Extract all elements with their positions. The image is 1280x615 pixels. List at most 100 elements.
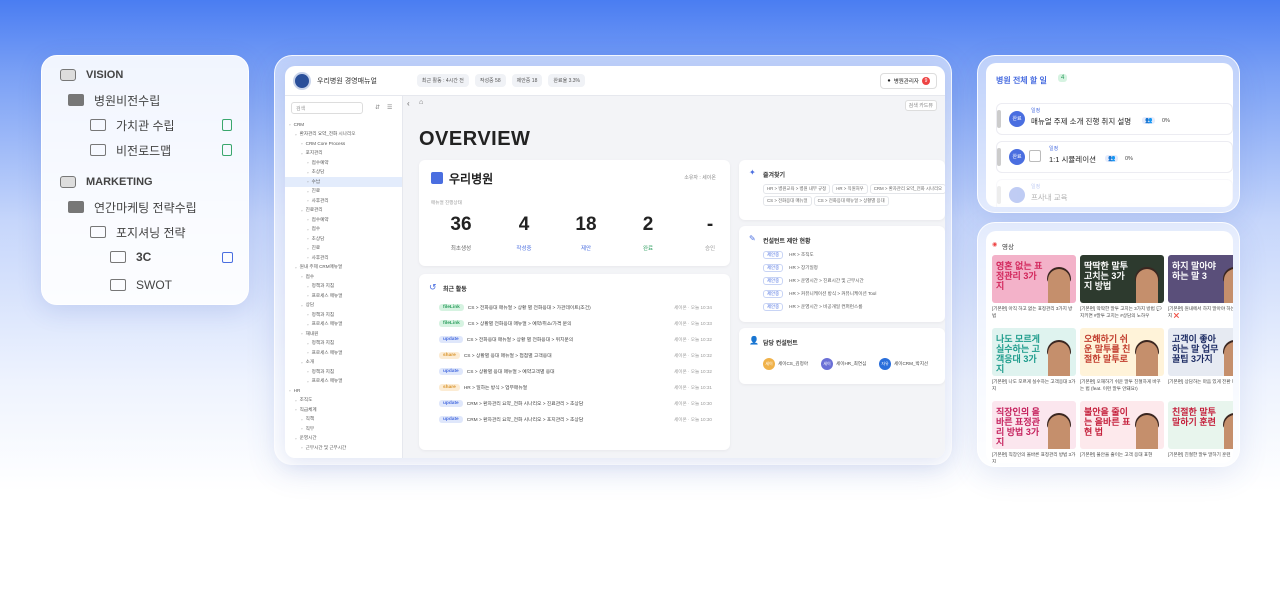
- activity-row[interactable]: update CRM > 환자관리 요약_전화 시나리오 > 진료관리 > 초상담: [439, 398, 583, 409]
- sidebar-item[interactable]: ▫ 정책과 지침: [285, 282, 402, 292]
- activity-row[interactable]: update CS > 상황별 응대 매뉴얼 > 예약고객별 응대: [439, 366, 555, 377]
- expand-icon[interactable]: ⇵: [375, 104, 380, 111]
- sidebar-item[interactable]: ▫ 진료: [285, 187, 402, 197]
- tree-label: 가치관 수립: [116, 118, 175, 133]
- drag-handle[interactable]: [997, 186, 1001, 204]
- tree-item-3c[interactable]: 3C: [110, 246, 151, 268]
- sidebar-item[interactable]: ▫ 진료: [285, 244, 402, 254]
- video-thumbnail[interactable]: 직장인의 올바른 표정관리 방법 3가지: [992, 401, 1076, 449]
- tree-item-hospital-vision[interactable]: 병원비전수립: [68, 89, 160, 111]
- video-caption[interactable]: [기본편] 딱딱한 말투 고치는 3가지 방법 💬 지키면 #말투 고치는 #상…: [1080, 306, 1164, 319]
- checkbox[interactable]: [1029, 150, 1041, 162]
- video-thumbnail[interactable]: 딱딱한 말투 고치는 3가지 방법: [1080, 255, 1164, 303]
- sidebar-item[interactable]: ▫ 원내 주제 CRM매뉴얼: [285, 263, 402, 273]
- todo-item[interactable]: 완료 일정 1:1 시뮬레이션 👥 0%: [996, 141, 1233, 173]
- sidebar-item[interactable]: ▫ 진료관리: [285, 206, 402, 216]
- activity-row[interactable]: share CS > 상황별 응대 매뉴얼 > 접점별 고객응대: [439, 350, 552, 361]
- tree-item-values[interactable]: 가치관 수립: [90, 114, 175, 136]
- list-icon[interactable]: ☰: [387, 104, 392, 111]
- favorite-item[interactable]: CS > 전화응대 매뉴얼 > 상황별 응대: [813, 196, 889, 206]
- user-menu-button[interactable]: ● 병원관리자 9: [880, 73, 937, 89]
- sidebar-item[interactable]: ▫ CRM Core Process: [285, 139, 402, 149]
- video-caption[interactable]: [기본편] 오해하기 쉬운 말투 친절하게 바꾸는 법 (feat. 이런 말투…: [1080, 379, 1164, 392]
- proposal-row[interactable]: 제안중 HR > 운영시간 > 진료시간 및 근무시간: [763, 276, 864, 286]
- sidebar-item[interactable]: ▫ 프로세스 매뉴얼: [285, 291, 402, 301]
- tree-item-marketing[interactable]: MARKETING: [60, 171, 153, 193]
- sidebar-item[interactable]: ▫ 재내원: [285, 329, 402, 339]
- video-thumbnail[interactable]: 친절한 말투 말하기 훈련: [1168, 401, 1233, 449]
- sidebar-item[interactable]: ▫ 수납: [285, 177, 402, 187]
- edit-icon[interactable]: [222, 252, 233, 263]
- tree-item-vision[interactable]: VISION: [60, 64, 123, 86]
- proposal-row[interactable]: 제안중 HR > 운영시간 > 비공개일 컨퍼런스룸: [763, 302, 862, 312]
- video-caption[interactable]: [기본편] 친절한 말투 말하기 훈련: [1168, 452, 1233, 459]
- proposal-row[interactable]: 제안중 HR > 커뮤니케이션 방식 > 커뮤니케이션 Tool: [763, 289, 876, 299]
- sidebar-item[interactable]: ▫ 소개: [285, 358, 402, 368]
- sidebar-item[interactable]: ▫ 사후관리: [285, 253, 402, 263]
- activity-row[interactable]: update CRM > 환자관리 요약_전화 시나리오 > 포지관리 > 초상담: [439, 414, 583, 425]
- sidebar-item[interactable]: ▫ 접수: [285, 272, 402, 282]
- sidebar-item[interactable]: ▫ 환자관리 요약_전화 시나리오: [285, 130, 402, 140]
- sidebar-item[interactable]: ▫ 프로세스 매뉴얼: [285, 348, 402, 358]
- tree-item-annual-marketing[interactable]: 연간마케팅 전략수립: [68, 196, 197, 218]
- sidebar-item[interactable]: ▫ 조직도: [285, 396, 402, 406]
- sidebar-item[interactable]: ▫ 초상담: [285, 234, 402, 244]
- activity-row[interactable]: fileLink CS > 전화응대 매뉴얼 > 상황 별 전화응대 > 가관데이…: [439, 302, 591, 313]
- sidebar-search-input[interactable]: 검색: [291, 102, 363, 114]
- favorite-item[interactable]: CRM > 환자관리 요약_전화 시나리오: [869, 184, 945, 194]
- consultant-item[interactable]: 자유 세이CRM_박지선: [879, 358, 928, 370]
- activity-row[interactable]: update CS > 전화응대 매뉴얼 > 상황 별 전화응대 > 위치문의: [439, 334, 573, 345]
- video-caption[interactable]: [기본편] 상담하는 마음 있게 전환 대응하기: [1168, 379, 1233, 386]
- todo-item[interactable]: 완료 일정 매뉴얼 주제 소개 진행 취지 설명 👥 0%: [996, 103, 1233, 135]
- sidebar-item[interactable]: ▫ 정책과 지침: [285, 310, 402, 320]
- sidebar-item[interactable]: ▫ 상담: [285, 301, 402, 311]
- video-caption[interactable]: [기본편] 원내에서 하지 말아야 하는 말 3가지 ❌: [1168, 306, 1233, 319]
- sidebar-item[interactable]: ▫ 사후관리: [285, 196, 402, 206]
- sidebar-item[interactable]: ▫ 직책: [285, 415, 402, 425]
- sidebar-item[interactable]: ▫ 초상담: [285, 168, 402, 178]
- sidebar-item[interactable]: ▫ 접수예약: [285, 215, 402, 225]
- video-thumbnail[interactable]: 오해하기 쉬운 말투를 친절한 말투로: [1080, 328, 1164, 376]
- sidebar-item[interactable]: ▫ 접수예약: [285, 158, 402, 168]
- video-thumbnail[interactable]: 하지 말아야 하는 말 3: [1168, 255, 1233, 303]
- back-icon[interactable]: ‹: [407, 99, 410, 108]
- home-icon[interactable]: ⌂: [419, 99, 423, 106]
- consultant-item[interactable]: 세이 세이HR_최연심: [821, 358, 866, 370]
- drag-handle[interactable]: [997, 148, 1001, 166]
- sidebar-item[interactable]: ▫ 접수: [285, 225, 402, 235]
- video-caption[interactable]: [기본편] 나도 모르게 실수하는 고객응대 3가지: [992, 379, 1076, 392]
- video-caption[interactable]: [기본편] 불안을 줄이는 고객 응대 표현: [1080, 452, 1164, 459]
- favorite-item[interactable]: CS > 전화응대 매뉴얼: [763, 196, 812, 206]
- sidebar-item[interactable]: ▫ 근무시간 및 근무시간: [285, 443, 402, 453]
- sidebar-item[interactable]: ▫ 직무: [285, 424, 402, 434]
- video-caption[interactable]: [기본편] 아직 하고 없는 표정관리 3가지 방법: [992, 306, 1076, 319]
- tree-item-roadmap[interactable]: 비전로드맵: [90, 139, 171, 161]
- video-caption[interactable]: [기본편] 직장인의 올바른 표정관리 방법 3가지: [992, 452, 1076, 463]
- sidebar-item[interactable]: ▫ 직급체계: [285, 405, 402, 415]
- document-icon: ▫: [301, 426, 303, 432]
- activity-row[interactable]: fileLink CS > 상황별 전화응대 매뉴얼 > 예약/취소/가격 문의: [439, 318, 572, 329]
- todo-item[interactable]: 일정 프사내 교육: [996, 179, 1233, 207]
- sidebar-item[interactable]: ▫ 운영시간: [285, 434, 402, 444]
- video-thumbnail[interactable]: 고객이 좋아하는 말 업무꿀팁 3가지: [1168, 328, 1233, 376]
- proposal-row[interactable]: 제안중 HR > 조직도: [763, 250, 814, 260]
- video-thumbnail[interactable]: 나도 모르게 실수하는 고객응대 3가지: [992, 328, 1076, 376]
- sidebar-item[interactable]: ▫ HR: [285, 386, 402, 396]
- favorite-item[interactable]: HR > 병원교육 > 병원 내부 규정: [763, 184, 831, 194]
- tree-item-positioning[interactable]: 포지셔닝 전략: [90, 221, 186, 243]
- sidebar-item[interactable]: ▫ 프로세스 매뉴얼: [285, 377, 402, 387]
- sidebar-item[interactable]: ▫ 정책과 지침: [285, 367, 402, 377]
- video-thumbnail[interactable]: 영혼 없는 표정관리 3가지: [992, 255, 1076, 303]
- sidebar-item[interactable]: ▫ 포지관리: [285, 149, 402, 159]
- sidebar-item[interactable]: ▫ 프로세스 매뉴얼: [285, 320, 402, 330]
- tree-item-swot[interactable]: SWOT: [110, 274, 172, 296]
- video-thumbnail[interactable]: 불안을 줄이는 올바른 표현 법: [1080, 401, 1164, 449]
- drag-handle[interactable]: [997, 110, 1001, 128]
- activity-row[interactable]: share HR > 일하는 방식 > 업무매뉴얼: [439, 382, 527, 393]
- consultant-item[interactable]: 세이 세이CS_김정아: [763, 358, 808, 370]
- sidebar-item[interactable]: ▫ CRM: [285, 120, 402, 130]
- favorite-item[interactable]: HR > 직원처우: [832, 184, 868, 194]
- proposal-row[interactable]: 제안중 HR > 장기일정: [763, 263, 818, 273]
- view-toggle[interactable]: 검색 카드뷰: [904, 100, 937, 111]
- sidebar-item[interactable]: ▫ 정책과 지침: [285, 339, 402, 349]
